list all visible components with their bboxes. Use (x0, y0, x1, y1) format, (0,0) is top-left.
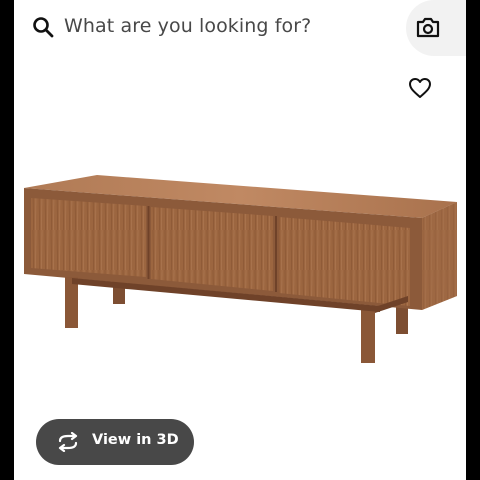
app-screen: What are you looking for? View in 3D (14, 0, 466, 480)
camera-icon[interactable] (416, 16, 440, 38)
search-icon[interactable] (32, 16, 54, 38)
search-bar[interactable]: What are you looking for? (14, 0, 466, 56)
rotate-3d-icon (58, 432, 78, 452)
view-in-3d-label: View in 3D (92, 432, 179, 448)
heart-icon[interactable] (408, 77, 432, 99)
leg-front-right (361, 307, 375, 363)
search-input[interactable]: What are you looking for? (64, 15, 311, 37)
view-in-3d-button[interactable]: View in 3D (36, 419, 194, 465)
product-image (24, 175, 457, 363)
door-middle (151, 207, 273, 291)
door-right (279, 217, 410, 306)
door-left (31, 198, 146, 277)
bench-side-grain (422, 202, 457, 310)
visual-search-button[interactable] (406, 0, 466, 56)
leg-front-left (65, 277, 78, 328)
